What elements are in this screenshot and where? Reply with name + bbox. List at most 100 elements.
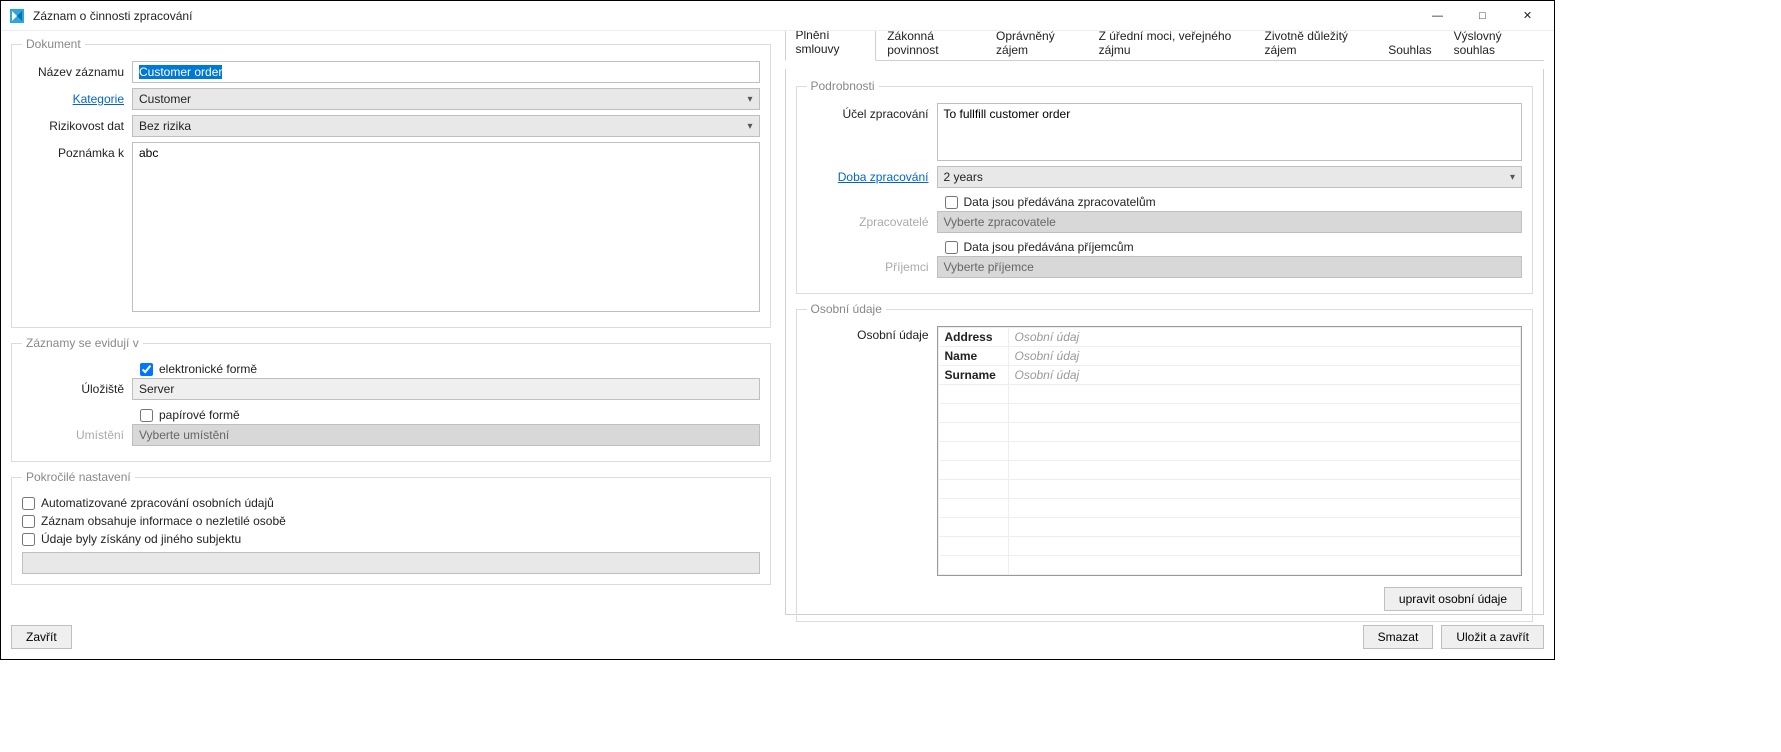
label-risk: Rizikovost dat	[22, 119, 132, 133]
personal-value[interactable]: Osobní údaj	[1008, 328, 1521, 347]
check-other-subject-row: Údaje byly získány od jiného subjektu	[22, 530, 760, 548]
tab-0[interactable]: Plnění smlouvy	[785, 31, 877, 61]
link-duration[interactable]: Doba zpracování	[838, 170, 929, 184]
personal-value[interactable]	[1008, 480, 1521, 499]
personal-key	[938, 556, 1008, 575]
edit-personal-button[interactable]: upravit osobní údaje	[1384, 587, 1522, 611]
personal-value[interactable]	[1008, 461, 1521, 480]
personal-value[interactable]: Osobní údaj	[1008, 347, 1521, 366]
personal-key	[938, 499, 1008, 518]
check-other-subject[interactable]	[22, 533, 35, 546]
label-note: Poznámka k	[22, 142, 132, 160]
check-recipients-row: Data jsou předávána příjemcům	[945, 238, 1523, 256]
titlebar: Záznam o činnosti zpracování — □ ✕	[1, 1, 1554, 31]
personal-value[interactable]	[1008, 385, 1521, 404]
chevron-down-icon: ▾	[1510, 172, 1515, 183]
check-electronic-row: elektronické formě	[140, 360, 760, 378]
group-personal-legend: Osobní údaje	[807, 302, 886, 316]
link-category[interactable]: Kategorie	[73, 92, 124, 106]
tab-4[interactable]: Životně důležitý zájem	[1254, 31, 1378, 61]
tab-1[interactable]: Zákonná povinnost	[876, 31, 985, 61]
table-row: AddressOsobní údaj	[938, 328, 1521, 347]
footer: Zavřít Smazat Uložit a zavřít	[11, 621, 1544, 649]
personal-key	[938, 518, 1008, 537]
check-electronic[interactable]	[140, 363, 153, 376]
combo-category[interactable]: Customer ▾	[132, 88, 760, 110]
check-minor-label: Záznam obsahuje informace o nezletilé os…	[41, 514, 286, 528]
table-row	[938, 537, 1521, 556]
check-processors[interactable]	[945, 196, 958, 209]
table-row	[938, 499, 1521, 518]
label-duration: Doba zpracování	[807, 170, 937, 184]
delete-button[interactable]: Smazat	[1363, 625, 1434, 649]
personal-value[interactable]	[1008, 556, 1521, 575]
group-document: Dokument Název záznamu Customer order Ka…	[11, 37, 771, 328]
tab-3[interactable]: Z úřední moci, veřejného zájmu	[1088, 31, 1254, 61]
personal-key	[938, 404, 1008, 423]
group-details-legend: Podrobnosti	[807, 79, 879, 93]
table-row	[938, 404, 1521, 423]
check-electronic-label: elektronické formě	[159, 362, 257, 376]
chevron-down-icon: ▾	[747, 121, 752, 132]
table-row	[938, 385, 1521, 404]
tab-5[interactable]: Souhlas	[1377, 38, 1442, 61]
app-icon	[9, 8, 25, 24]
window: Záznam o činnosti zpracování — □ ✕ Dokum…	[0, 0, 1555, 660]
personal-value[interactable]	[1008, 537, 1521, 556]
group-advanced: Pokročilé nastavení Automatizované zprac…	[11, 470, 771, 585]
personal-value[interactable]	[1008, 423, 1521, 442]
personal-value[interactable]	[1008, 518, 1521, 537]
save-close-button[interactable]: Uložit a zavřít	[1441, 625, 1544, 649]
personal-key	[938, 537, 1008, 556]
textarea-purpose[interactable]	[937, 103, 1523, 161]
check-recipients-label: Data jsou předávána příjemcům	[964, 240, 1134, 254]
check-paper[interactable]	[140, 409, 153, 422]
personal-value[interactable]	[1008, 442, 1521, 461]
window-title: Záznam o činnosti zpracování	[33, 9, 192, 23]
table-row: SurnameOsobní údaj	[938, 366, 1521, 385]
group-document-legend: Dokument	[22, 37, 85, 51]
check-auto-row: Automatizované zpracování osobních údajů	[22, 494, 760, 512]
table-row	[938, 461, 1521, 480]
label-processors: Zpracovatelé	[807, 215, 937, 229]
personal-key: Address	[938, 328, 1008, 347]
close-button[interactable]: Zavřít	[11, 625, 72, 649]
label-category: Kategorie	[22, 92, 132, 106]
personal-grid[interactable]: AddressOsobní údajNameOsobní údajSurname…	[937, 326, 1523, 576]
combo-location: Vyberte umístění	[132, 424, 760, 446]
tab-panel: Podrobnosti Účel zpracování Doba zpracov…	[785, 69, 1545, 615]
check-minor[interactable]	[22, 515, 35, 528]
personal-key: Surname	[938, 366, 1008, 385]
tab-6[interactable]: Výslovný souhlas	[1443, 31, 1544, 61]
close-window-button[interactable]: ✕	[1505, 1, 1550, 31]
personal-value[interactable]	[1008, 499, 1521, 518]
check-minor-row: Záznam obsahuje informace o nezletilé os…	[22, 512, 760, 530]
table-row: NameOsobní údaj	[938, 347, 1521, 366]
check-other-subject-label: Údaje byly získány od jiného subjektu	[41, 532, 241, 546]
tab-2[interactable]: Oprávněný zájem	[985, 31, 1088, 61]
table-row	[938, 423, 1521, 442]
maximize-button[interactable]: □	[1460, 1, 1505, 31]
textarea-note[interactable]	[132, 142, 760, 312]
table-row	[938, 480, 1521, 499]
check-auto[interactable]	[22, 497, 35, 510]
combo-duration[interactable]: 2 years ▾	[937, 166, 1523, 188]
chevron-down-icon: ▾	[747, 94, 752, 105]
minimize-button[interactable]: —	[1415, 1, 1460, 31]
input-name[interactable]: Customer order	[132, 61, 760, 83]
group-records-legend: Záznamy se evidují v	[22, 336, 143, 350]
personal-value[interactable]: Osobní údaj	[1008, 366, 1521, 385]
personal-key	[938, 423, 1008, 442]
table-row	[938, 518, 1521, 537]
combo-risk[interactable]: Bez rizika ▾	[132, 115, 760, 137]
label-purpose: Účel zpracování	[807, 103, 937, 121]
check-recipients[interactable]	[945, 241, 958, 254]
personal-key	[938, 461, 1008, 480]
personal-key	[938, 385, 1008, 404]
label-storage: Úložiště	[22, 382, 132, 396]
personal-key: Name	[938, 347, 1008, 366]
personal-value[interactable]	[1008, 404, 1521, 423]
table-row	[938, 556, 1521, 575]
other-subject-field	[22, 552, 760, 574]
combo-storage[interactable]: Server	[132, 378, 760, 400]
